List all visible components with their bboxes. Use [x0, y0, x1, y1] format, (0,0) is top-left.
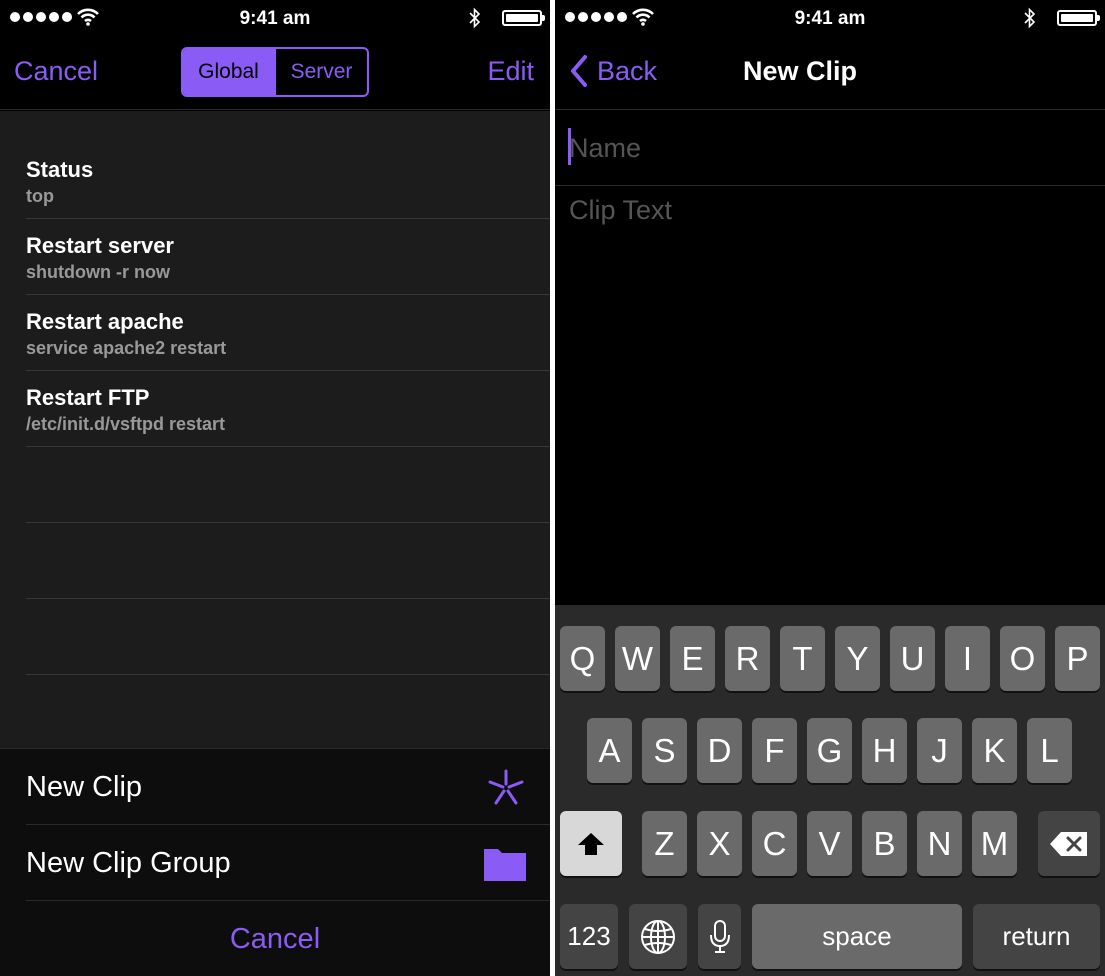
asterisk-icon [488, 769, 524, 805]
backspace-icon [1050, 831, 1087, 856]
key-j[interactable]: J [917, 718, 962, 783]
clip-title: Restart FTP [26, 385, 150, 410]
key-r[interactable]: R [725, 626, 770, 691]
empty-row [26, 599, 550, 675]
sheet-cancel-button[interactable]: Cancel [0, 901, 550, 976]
key-c[interactable]: C [752, 811, 797, 876]
key-d[interactable]: D [697, 718, 742, 783]
navigation-bar: Cancel Global Server Edit [0, 36, 550, 110]
keyboard: Q W E R T Y U I O P A S D F G H J K L Z … [555, 605, 1105, 976]
key-i[interactable]: I [945, 626, 990, 691]
clip-text-area[interactable] [555, 187, 1105, 605]
key-h[interactable]: H [862, 718, 907, 783]
battery-icon [502, 10, 545, 26]
key-g[interactable]: G [807, 718, 852, 783]
shift-key[interactable] [560, 811, 622, 876]
status-bar: 9:41 am [555, 0, 1105, 36]
key-e[interactable]: E [670, 626, 715, 691]
clips-screen: 9:41 am Cancel Global Server Edit Status… [0, 0, 550, 976]
key-b[interactable]: B [862, 811, 907, 876]
key-q[interactable]: Q [560, 626, 605, 691]
action-sheet: New Clip New Clip Group Cancel [0, 748, 550, 976]
clip-row-restart-server[interactable]: Restart server shutdown -r now [26, 219, 550, 295]
key-m[interactable]: M [972, 811, 1017, 876]
space-key[interactable]: space [752, 904, 962, 969]
navigation-bar: Back New Clip [555, 36, 1105, 110]
page-title: New Clip [742, 56, 857, 86]
key-k[interactable]: K [972, 718, 1017, 783]
delete-key[interactable] [1038, 811, 1100, 876]
numbers-key[interactable]: 123 [560, 904, 618, 969]
segment-global[interactable]: Global [183, 49, 274, 95]
globe-icon [641, 919, 675, 954]
key-x[interactable]: X [697, 811, 742, 876]
key-z[interactable]: Z [642, 811, 687, 876]
key-t[interactable]: T [780, 626, 825, 691]
name-input[interactable] [569, 129, 1089, 167]
clip-text-input[interactable] [569, 195, 1089, 595]
key-f[interactable]: F [752, 718, 797, 783]
key-n[interactable]: N [917, 811, 962, 876]
microphone-icon [709, 919, 730, 953]
name-field[interactable] [555, 111, 1105, 186]
clip-row-restart-ftp[interactable]: Restart FTP /etc/init.d/vsftpd restart [26, 371, 550, 447]
folder-icon [484, 849, 526, 881]
clip-list: Status top Restart server shutdown -r no… [0, 111, 550, 748]
new-clip-group-label: New Clip Group [26, 847, 231, 879]
key-u[interactable]: U [890, 626, 935, 691]
new-clip-button[interactable]: New Clip [26, 749, 550, 825]
key-p[interactable]: P [1055, 626, 1100, 691]
globe-key[interactable] [629, 904, 687, 969]
clip-command: /etc/init.d/vsftpd restart [26, 414, 226, 434]
clip-row-restart-apache[interactable]: Restart apache service apache2 restart [26, 295, 550, 371]
clip-title: Status [26, 157, 94, 182]
clip-command: top [26, 186, 54, 206]
clip-title: Restart server [26, 233, 174, 258]
clip-row-status[interactable]: Status top [26, 143, 550, 219]
return-key[interactable]: return [973, 904, 1100, 969]
clip-command: shutdown -r now [26, 262, 170, 282]
key-l[interactable]: L [1027, 718, 1072, 783]
segment-server[interactable]: Server [274, 49, 367, 95]
empty-row [26, 523, 550, 599]
bluetooth-icon [469, 7, 481, 29]
key-y[interactable]: Y [835, 626, 880, 691]
scope-segmented-control: Global Server [181, 47, 369, 97]
key-w[interactable]: W [615, 626, 660, 691]
clip-title: Restart apache [26, 309, 184, 334]
new-clip-group-button[interactable]: New Clip Group [26, 825, 550, 901]
bluetooth-icon [1024, 7, 1036, 29]
edit-button[interactable]: Edit [487, 56, 534, 87]
dictation-key[interactable] [698, 904, 741, 969]
key-s[interactable]: S [642, 718, 687, 783]
empty-row [26, 447, 550, 523]
key-a[interactable]: A [587, 718, 632, 783]
battery-icon [1057, 10, 1100, 26]
key-o[interactable]: O [1000, 626, 1045, 691]
status-bar: 9:41 am [0, 0, 550, 36]
shift-arrow-icon [578, 832, 604, 855]
new-clip-screen: 9:41 am Back New Clip Q W E R T Y U I O … [555, 0, 1105, 976]
clip-command: service apache2 restart [26, 338, 227, 358]
key-v[interactable]: V [807, 811, 852, 876]
new-clip-label: New Clip [26, 771, 143, 803]
cancel-button[interactable]: Cancel [14, 56, 98, 87]
